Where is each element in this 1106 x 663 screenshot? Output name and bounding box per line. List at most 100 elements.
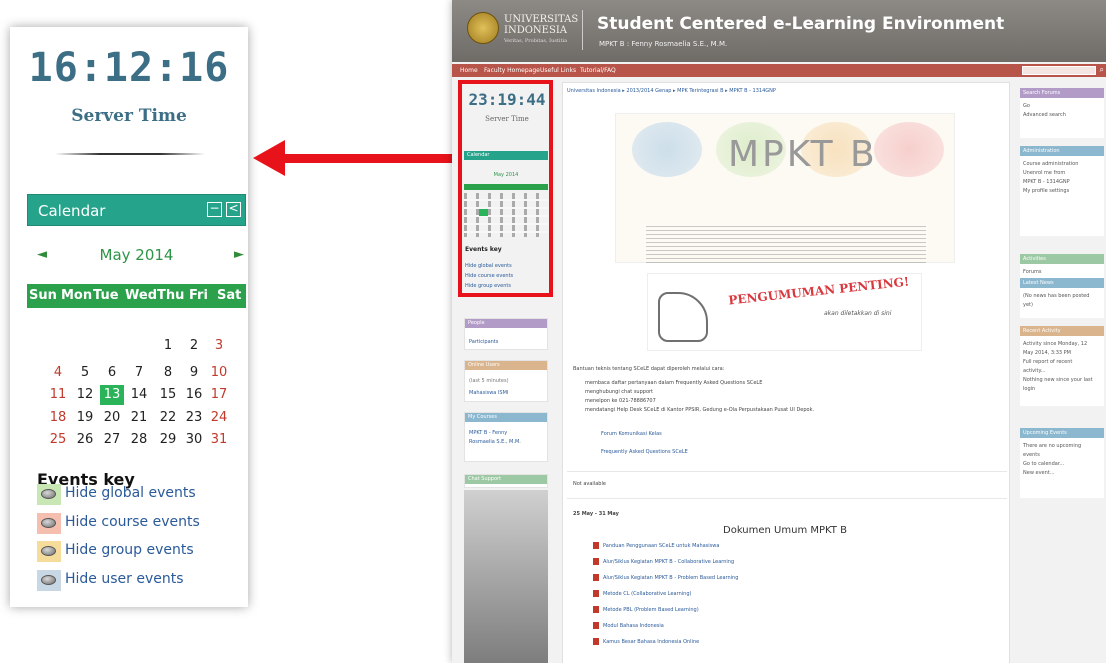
nav-home[interactable]: Home [460,67,478,74]
nav-faculty-homepage[interactable]: Faculty Homepage [484,67,540,74]
calendar-day[interactable]: 2 [182,338,206,353]
block-item[interactable]: Nothing new since your last [1023,377,1093,383]
calendar-day[interactable]: 15 [156,387,180,402]
toggle-icon [41,546,56,556]
online-user-link[interactable]: Mahasiswa ISMI [469,390,508,396]
calendar-day[interactable]: 24 [207,410,231,425]
document-link[interactable]: Modul Bahasa Indonesia [603,623,664,629]
course-link[interactable]: MPKT B - Fenny [469,430,507,436]
hide-group-events-link[interactable]: Hide group events [37,541,227,562]
calendar-day[interactable]: 9 [182,365,206,380]
block-item[interactable]: Course administration [1023,161,1078,167]
calendar-day[interactable]: 8 [156,365,180,380]
nav-tutorial-faq[interactable]: Tutorial/FAQ [580,67,616,74]
block-item[interactable]: Go to calendar... [1023,461,1064,467]
calendar-day[interactable]: 23 [182,410,206,425]
announcement-subtitle: akan diletakkan di sini [824,310,892,317]
sidebar-block: Upcoming Events There are no upcoming even… [1020,428,1104,498]
calendar-day[interactable]: 11 [46,387,70,402]
calendar-day-today[interactable]: 13 [100,385,124,405]
calendar-day[interactable]: 4 [46,365,70,380]
block-title: Search Forums [1020,88,1104,98]
block-item[interactable]: Activity since Monday, 12 [1023,341,1087,347]
calendar-day[interactable]: 30 [182,432,206,447]
hide-course-events-link[interactable]: Hide course events [37,513,227,534]
collapse-icon[interactable]: − [207,202,222,217]
calendar-day[interactable]: 20 [100,410,124,425]
block-item[interactable]: May 2014, 3:33 PM [1023,350,1071,356]
user-event-swatch [37,570,61,591]
dock-icon[interactable]: < [226,202,241,217]
event-toggle-label: Hide user events [65,571,184,587]
server-time-label: Server Time [71,106,187,126]
block-item[interactable]: (No news has been posted [1023,293,1089,299]
site-banner: UNIVERSITAS INDONESIA Veritas, Probitas,… [452,0,1106,62]
not-available-text: Not available [573,481,606,487]
weekday-label: Fri [189,288,208,303]
document-link[interactable]: Metode CL (Collaborative Learning) [603,591,691,597]
nav-search-input[interactable] [1022,66,1096,75]
participants-link[interactable]: Participants [469,339,498,345]
block-item[interactable]: login [1023,386,1035,392]
weekday-label: Tue [93,288,119,303]
calendar-day[interactable]: 25 [46,432,70,447]
sidebar-block: Administration Course administration Unenr… [1020,146,1104,236]
next-month-icon[interactable]: ► [234,247,244,262]
block-item[interactable]: Full report of recent [1023,359,1072,365]
document-link[interactable]: Panduan Penggunaan SCeLE untuk Mahasiswa [603,543,719,549]
calendar-day[interactable]: 18 [46,410,70,425]
document-link[interactable]: Alur/Siklus Kegiatan MPKT B - Collaborat… [603,559,734,565]
block-item[interactable]: There are no upcoming [1023,443,1081,449]
help-intro: Bantuan teknis tentang SCeLE dapat diper… [573,366,725,372]
sidebar-block: Recent Activity Activity since Monday, 12… [1020,326,1104,406]
announcement-image: PENGUMUMAN PENTING! akan diletakkan di s… [647,273,922,351]
document-link[interactable]: Alur/Siklus Kegiatan MPKT B - Problem Ba… [603,575,738,581]
block-item[interactable]: Forums [1023,269,1041,275]
block-item[interactable]: Go [1023,103,1030,109]
block-title: Recent Activity [1020,326,1104,336]
weekday-label: Thu [157,288,185,303]
block-item[interactable]: yet) [1023,302,1033,308]
search-icon[interactable]: ⌕ [1100,65,1104,75]
chat-support-widget[interactable] [464,490,548,663]
block-title: People [465,319,547,328]
block-item[interactable]: Advanced search [1023,112,1066,118]
calendar-day[interactable]: 10 [207,365,231,380]
top-nav: Home Faculty Homepage Useful Links Tutor… [452,64,1106,77]
calendar-day[interactable]: 26 [73,432,97,447]
calendar-day[interactable]: 17 [207,387,231,402]
hide-global-events-link[interactable]: Hide global events [37,484,227,505]
hide-user-events-link[interactable]: Hide user events [37,570,227,591]
calendar-day[interactable]: 28 [127,432,151,447]
block-item[interactable]: MPKT B - 1314GNP [1023,179,1070,185]
block-item[interactable]: events [1023,452,1040,458]
breadcrumb[interactable]: Universitas Indonesia ▸ 2013/2014 Genap … [567,88,776,94]
nav-useful-links[interactable]: Useful Links [540,67,576,74]
calendar-day[interactable]: 19 [73,410,97,425]
calendar-day[interactable]: 14 [127,387,151,402]
calendar-day[interactable]: 31 [207,432,231,447]
calendar-day[interactable]: 16 [182,387,206,402]
pdf-icon [593,622,599,629]
calendar-day[interactable]: 29 [156,432,180,447]
block-item[interactable]: My profile settings [1023,188,1069,194]
forum-link[interactable]: Forum Komunikasi Kelas [601,431,662,437]
block-item[interactable]: Unenrol me from [1023,170,1065,176]
calendar-month-name[interactable]: May 2014 [27,246,246,264]
calendar-day[interactable]: 1 [156,338,180,353]
course-link-cont[interactable]: Rosmaelia S.E., M.M. [469,439,521,445]
block-item[interactable]: activity... [1023,368,1046,374]
block-item[interactable]: New event... [1023,470,1055,476]
faq-link[interactable]: Frequently Asked Questions SCeLE [601,449,688,455]
calendar-day[interactable]: 21 [127,410,151,425]
calendar-day[interactable]: 12 [73,387,97,402]
calendar-day[interactable]: 6 [100,365,124,380]
calendar-title: Calendar [38,202,106,220]
calendar-day[interactable]: 27 [100,432,124,447]
document-link[interactable]: Metode PBL (Problem Based Learning) [603,607,699,613]
calendar-day[interactable]: 22 [156,410,180,425]
calendar-day[interactable]: 3 [207,338,231,353]
calendar-day[interactable]: 5 [73,365,97,380]
calendar-day[interactable]: 7 [127,365,151,380]
document-link[interactable]: Kamus Besar Bahasa Indonesia Online [603,639,699,645]
